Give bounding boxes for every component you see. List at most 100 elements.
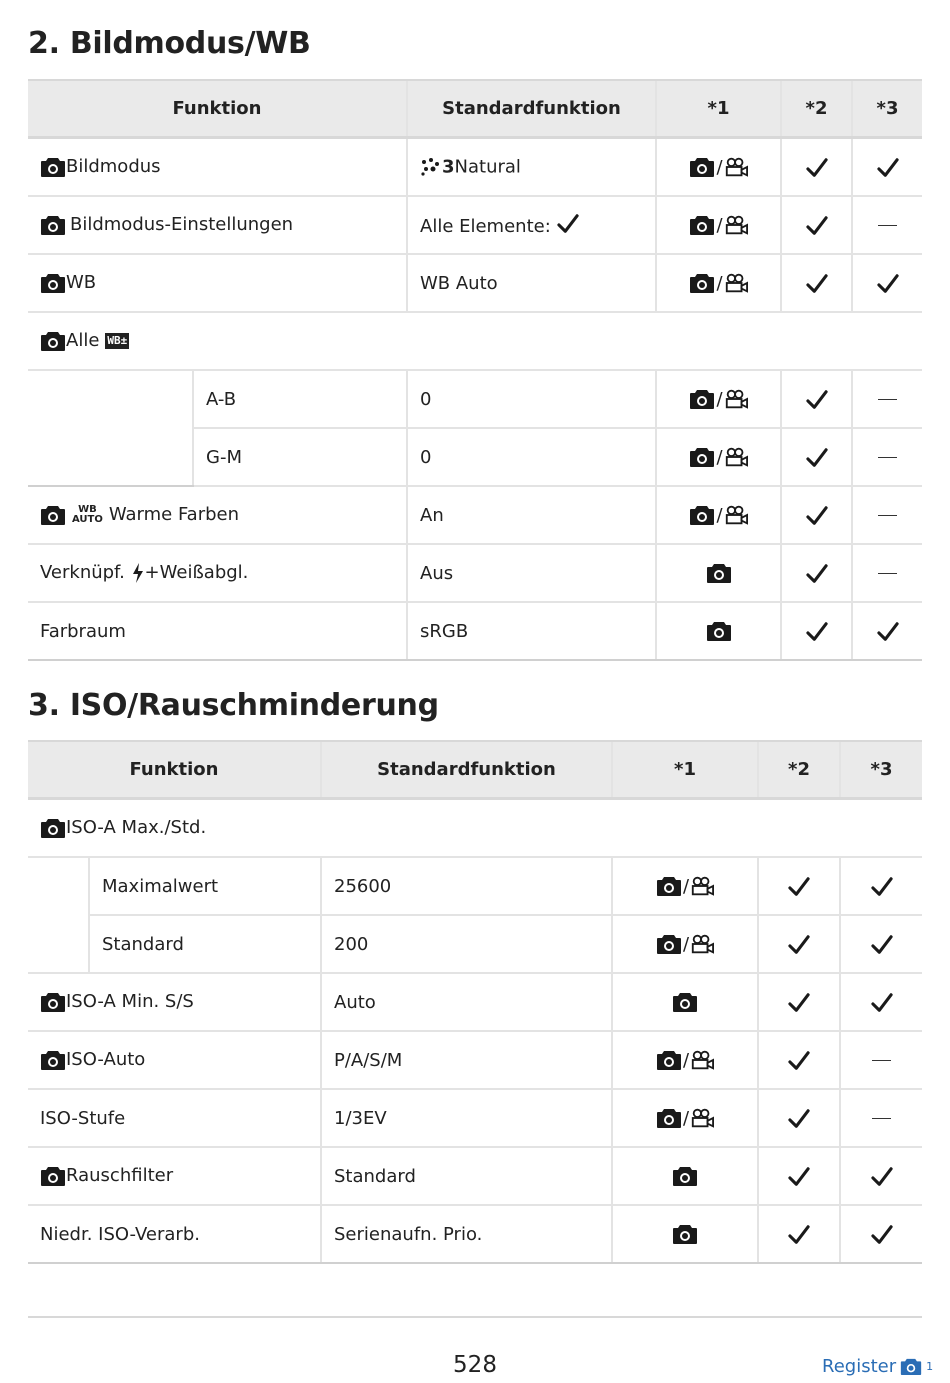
check-icon (788, 1051, 810, 1071)
col2-check (780, 195, 852, 255)
col2-check (780, 136, 852, 197)
camera-icon (40, 1165, 66, 1187)
table-row: Alle WB± (28, 311, 922, 371)
check-icon (806, 158, 828, 178)
col3-check (839, 856, 922, 916)
col2-check (780, 543, 852, 603)
dash-icon (878, 399, 897, 400)
video-icon (690, 875, 714, 897)
col1-photo-video: / (655, 485, 781, 545)
table-row: WB AUTO Warme Farben An / (28, 485, 922, 545)
col2-check (757, 1088, 840, 1148)
table-row: Verknüpf. +Weißabgl. Aus (28, 543, 922, 603)
col2-check (757, 856, 840, 916)
col3-dash (851, 485, 922, 545)
indent-cell (28, 857, 89, 974)
col2-check (757, 1030, 840, 1090)
section-title-iso-rauschminderung: 3. ISO/Rauschminderung (28, 688, 439, 723)
row-label: Standard (88, 914, 321, 974)
check-icon (877, 158, 899, 178)
header-star3: *3 (839, 740, 922, 800)
check-icon (788, 1167, 810, 1187)
col1-photo-video: / (655, 253, 781, 313)
col3-check (839, 1204, 922, 1264)
row-label: G-M (192, 427, 407, 487)
row-label-group: Alle WB± (28, 311, 922, 371)
check-icon (806, 216, 828, 236)
iso-rauschminderung-table: Funktion Standardfunktion *1 *2 *3 ISO-A… (28, 740, 922, 1264)
camera-icon (672, 1223, 698, 1245)
col1-photo-video: / (611, 1088, 758, 1148)
camera-icon (689, 446, 715, 468)
camera-icon (40, 156, 66, 178)
col1-photo-video: / (611, 914, 758, 974)
col1-photo (611, 972, 758, 1032)
table-row: Niedr. ISO-Verarb. Serienaufn. Prio. (28, 1204, 922, 1264)
col3-check (839, 914, 922, 974)
check-icon (788, 877, 810, 897)
row-default: Auto (320, 972, 612, 1032)
camera-icon (40, 1049, 66, 1071)
wb-compensation-icon: WB± (105, 333, 130, 349)
camera-icon (672, 991, 698, 1013)
row-default: 0 (406, 369, 656, 429)
indent-cell (28, 370, 193, 487)
col1-photo-video: / (611, 1030, 758, 1090)
row-default: Aus (406, 543, 656, 603)
page-number: 528 (453, 1352, 497, 1378)
flash-icon (131, 562, 145, 584)
row-default: Alle Elemente: (406, 195, 656, 255)
camera-icon (706, 562, 732, 584)
col1-photo-video: / (655, 369, 781, 429)
check-icon (806, 274, 828, 294)
check-icon (806, 506, 828, 526)
video-icon (690, 1107, 714, 1129)
table-row: WB WB Auto / (28, 253, 922, 313)
row-label: Niedr. ISO-Verarb. (28, 1204, 321, 1264)
check-icon (806, 390, 828, 410)
col1-photo (611, 1204, 758, 1264)
col2-check (780, 601, 852, 661)
col2-check (780, 427, 852, 487)
col3-dash (851, 369, 922, 429)
row-default: Serienaufn. Prio. (320, 1204, 612, 1264)
col3-dash (839, 1088, 922, 1148)
col3-check (851, 136, 922, 197)
camera-icon (656, 1107, 682, 1129)
row-label: Bildmodus (28, 136, 407, 197)
check-icon (557, 214, 579, 234)
row-default: 3Natural (406, 136, 656, 197)
check-icon (871, 877, 893, 897)
row-default: P/A/S/M (320, 1030, 612, 1090)
table-row: Standard 200 / (28, 914, 922, 974)
table-row: Maximalwert 25600 / (28, 856, 922, 974)
check-icon (806, 448, 828, 468)
row-default: 0 (406, 427, 656, 487)
check-icon (806, 564, 828, 584)
check-icon (871, 993, 893, 1013)
check-icon (788, 935, 810, 955)
camera-icon (656, 933, 682, 955)
row-label: Verknüpf. +Weißabgl. (28, 543, 407, 603)
wb-auto-icon: WB AUTO (72, 504, 103, 525)
col3-dash (851, 543, 922, 603)
register-link[interactable]: Register 1 (822, 1356, 933, 1377)
col3-check (851, 601, 922, 661)
table-row: Bildmodus-Einstellungen Alle Elemente: / (28, 195, 922, 255)
video-icon (724, 156, 748, 178)
table-row: ISO-A Max./Std. (28, 797, 922, 858)
camera-icon (40, 330, 66, 352)
table-row: ISO-A Min. S/S Auto (28, 972, 922, 1032)
col1-photo-video: / (655, 195, 781, 255)
camera-icon (689, 156, 715, 178)
camera-icon (689, 214, 715, 236)
video-icon (724, 446, 748, 468)
col1-photo (611, 1146, 758, 1206)
col3-check (839, 1146, 922, 1206)
camera-icon (689, 388, 715, 410)
table-header-row: Funktion Standardfunktion *1 *2 *3 (28, 79, 922, 139)
col2-check (757, 914, 840, 974)
header-star1: *1 (655, 79, 781, 139)
camera-icon (656, 1049, 682, 1071)
row-label: Maximalwert (88, 856, 321, 916)
